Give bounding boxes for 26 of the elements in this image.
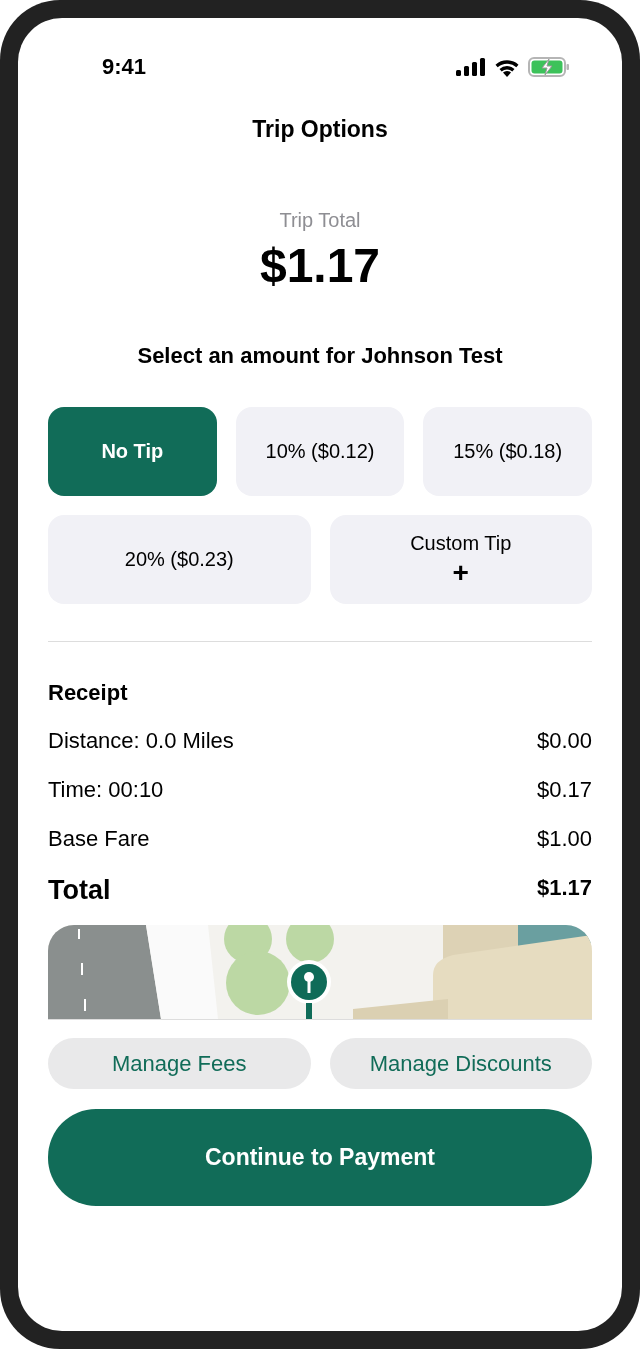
receipt-label: Base Fare <box>48 826 150 851</box>
map-pin-icon <box>286 959 332 1019</box>
receipt-value: $0.17 <box>536 777 592 802</box>
tip-option[interactable]: No Tip <box>48 407 217 496</box>
total-label: Total <box>48 875 111 905</box>
total-value: $1.17 <box>536 875 592 902</box>
receipt-value: $0.00 <box>536 728 592 753</box>
screen-title: Trip Options <box>251 116 389 143</box>
tip-option[interactable]: 20% ($0.23) <box>48 515 311 604</box>
tip-option[interactable]: 10% ($0.12) <box>235 407 405 496</box>
continue-button[interactable]: Continue to Payment <box>48 1109 592 1206</box>
signal-icon <box>456 58 486 76</box>
secondary-button[interactable]: Manage Fees <box>48 1038 311 1089</box>
receipt-value: $1.00 <box>536 826 592 851</box>
tip-prompt: Select an amount for Johnson Test <box>136 343 504 369</box>
battery-charging-icon <box>528 57 570 77</box>
wifi-icon <box>494 57 520 77</box>
secondary-button[interactable]: Manage Discounts <box>329 1038 592 1089</box>
tip-option[interactable]: 15% ($0.18) <box>423 407 592 496</box>
receipt-label: Distance: 0.0 Miles <box>48 728 234 753</box>
tip-option[interactable]: Custom Tip + <box>329 515 592 604</box>
trip-total-label: Trip Total <box>278 209 362 232</box>
receipt-heading: Receipt <box>48 680 129 704</box>
status-time: 9:41 <box>102 54 147 80</box>
receipt-label: Time: 00:10 <box>48 777 164 802</box>
trip-total-amount: $1.17 <box>258 238 382 293</box>
